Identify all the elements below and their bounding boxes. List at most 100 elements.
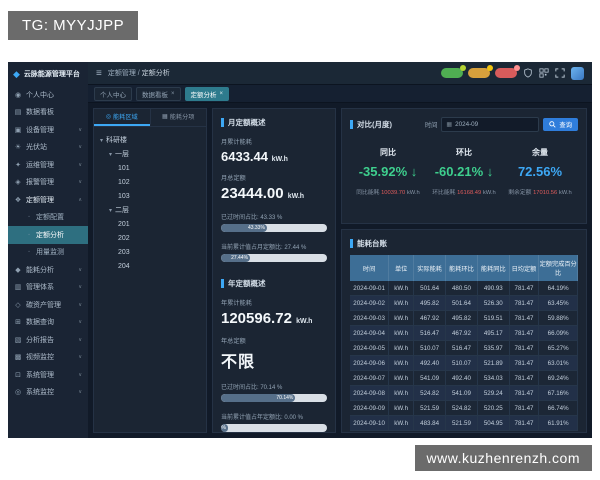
sidebar-item-管理体系[interactable]: ▥ 管理体系 ∨ bbox=[8, 279, 88, 297]
sidebar-item-运维管理[interactable]: ✦ 运维管理 ∨ bbox=[8, 156, 88, 174]
tree-node-201[interactable]: 201 bbox=[100, 217, 200, 231]
table-cell: 781.47 bbox=[509, 400, 540, 416]
year-progress-bar-0: 70.14% bbox=[221, 394, 327, 402]
tree-node-202[interactable]: 202 bbox=[100, 231, 200, 245]
table-cell: 510.07 bbox=[445, 355, 478, 371]
qr-code-icon[interactable] bbox=[539, 68, 549, 78]
fullscreen-icon[interactable] bbox=[555, 68, 565, 78]
year-cum-value: 120596.72 kW.h bbox=[221, 310, 313, 327]
chevron-down-icon: ∨ bbox=[78, 336, 82, 343]
sidebar-item-系统监控[interactable]: ◎ 系统监控 ∨ bbox=[8, 384, 88, 402]
sidebar-item-label: 数据看板 bbox=[26, 109, 54, 117]
sidebar-item-定额管理[interactable]: ❖ 定额管理 ∧ bbox=[8, 191, 88, 209]
tree-node-101[interactable]: 101 bbox=[100, 161, 200, 175]
user-avatar[interactable] bbox=[571, 66, 584, 80]
tree-node-103[interactable]: 103 bbox=[100, 189, 200, 203]
table-cell: 492.40 bbox=[445, 370, 478, 386]
sidebar-item-label: 报警管理 bbox=[26, 179, 54, 187]
alarm-icon: ◈ bbox=[15, 179, 21, 187]
table-row: 2024-09-09 kW.h 521.59 524.82 520.25 781.47 66… bbox=[350, 400, 578, 416]
tree-node-label: 二层 bbox=[115, 207, 130, 214]
close-tab-icon[interactable]: × bbox=[171, 91, 175, 97]
search-button[interactable]: 查询 bbox=[543, 118, 578, 131]
tree-node-102[interactable]: 102 bbox=[100, 175, 200, 189]
tree-node-204[interactable]: 204 bbox=[100, 259, 200, 273]
dashboard-icon: ▤ bbox=[14, 109, 22, 117]
shield-icon[interactable] bbox=[523, 68, 533, 78]
tab-label: 定额分析 bbox=[190, 91, 217, 99]
sidebar-item-能耗分析[interactable]: ◆ 能耗分析 ∨ bbox=[8, 261, 88, 279]
table-cell: 65.27% bbox=[538, 340, 578, 356]
table-cell: 2024-09-09 bbox=[350, 400, 390, 416]
table-row: 2024-09-10 kW.h 483.84 521.59 504.95 781.47 61… bbox=[350, 415, 578, 431]
tree-tab-能耗分项[interactable]: ▦ 能耗分项 bbox=[149, 109, 207, 126]
sidebar-item-系统管理[interactable]: ⊡ 系统管理 ∨ bbox=[8, 366, 88, 384]
sidebar-item-数据查询[interactable]: ⊞ 数据查询 ∨ bbox=[8, 314, 88, 332]
table-cell: 64.19% bbox=[538, 281, 578, 296]
sidebar-item-定额配置[interactable]: ◦ 定额配置 bbox=[8, 209, 88, 227]
caret-down-icon: ▾ bbox=[109, 151, 113, 158]
column-header-单位: 单位 bbox=[388, 255, 415, 281]
tab-数据看板[interactable]: 数据看板 × bbox=[136, 86, 181, 101]
table-cell: 2024-09-08 bbox=[350, 385, 390, 401]
stat-sub-value: 17010.56 bbox=[533, 190, 558, 196]
breadcrumb: 定额管理 / 定额分析 bbox=[107, 70, 170, 77]
alarm-status-pill[interactable] bbox=[495, 65, 520, 78]
month-cum-value: 6433.44 kW.h bbox=[221, 149, 288, 164]
tree-tab-能耗区域[interactable]: ◎ 能耗区域 bbox=[94, 109, 150, 126]
caret-down-icon: ▾ bbox=[109, 207, 113, 214]
column-header-定额完成百分比: 定额完成百分比 bbox=[538, 255, 578, 281]
sidebar-item-用量监测[interactable]: ◦ 用量监测 bbox=[8, 244, 88, 262]
alarm-status-pill-badge bbox=[514, 65, 520, 71]
month-date-picker[interactable]: ▦ 2024-09 bbox=[441, 117, 540, 132]
report-icon: ▧ bbox=[14, 336, 22, 344]
sidebar-item-光伏站[interactable]: ☀ 光伏站 ∨ bbox=[8, 139, 88, 157]
table-cell: 524.82 bbox=[413, 385, 447, 401]
sidebar-item-个人中心[interactable]: ◉ 个人中心 bbox=[8, 86, 88, 104]
table-cell: 495.82 bbox=[413, 295, 447, 311]
stat-sub-label: 同比能耗 bbox=[356, 190, 382, 196]
table-cell: 495.17 bbox=[477, 325, 510, 341]
month-progress-bar-1: 27.44% bbox=[221, 254, 327, 262]
month-progress-group: 已过时间占比: 43.33 % 43.33% 当前累计值占月定额比: 27.44 %… bbox=[221, 212, 327, 262]
table-cell: 66.09% bbox=[538, 325, 578, 341]
table-cell: 467.92 bbox=[413, 310, 447, 326]
table-cell: 2024-09-01 bbox=[350, 281, 390, 296]
tab-定额分析[interactable]: 定额分析 × bbox=[184, 86, 230, 101]
sidebar-item-label: 系统监控 bbox=[26, 389, 54, 397]
collapse-menu-icon[interactable]: ≡ bbox=[96, 68, 102, 79]
table-cell: 2024-09-04 bbox=[350, 325, 390, 341]
energy-icon: ◆ bbox=[15, 266, 21, 274]
table-cell: 490.93 bbox=[477, 281, 510, 296]
month-bar-label-1: 当前累计值占月定额比: 27.44 % bbox=[221, 245, 307, 251]
calendar-icon: ▦ bbox=[446, 122, 453, 128]
table-cell: 781.47 bbox=[509, 355, 540, 371]
sidebar-item-视频监控[interactable]: ▩ 视频监控 ∨ bbox=[8, 349, 88, 367]
tree-node-label: 101 bbox=[118, 164, 130, 172]
month-quota-title: 月定额概述 bbox=[221, 117, 327, 128]
tree-node-203[interactable]: 203 bbox=[100, 245, 200, 259]
sidebar-item-数据看板[interactable]: ▤ 数据看板 bbox=[8, 104, 88, 122]
sidebar-item-定额分析[interactable]: ◦ 定额分析 bbox=[8, 226, 88, 244]
sidebar-item-报警管理[interactable]: ◈ 报警管理 ∨ bbox=[8, 174, 88, 192]
close-tab-icon[interactable]: × bbox=[220, 91, 224, 97]
chevron-down-icon: ∨ bbox=[78, 284, 82, 291]
dot-icon: ◦ bbox=[28, 214, 30, 221]
chevron-down-icon: ∨ bbox=[78, 266, 82, 273]
tab-label: 数据看板 bbox=[142, 91, 168, 99]
org-icon: ▥ bbox=[14, 284, 22, 292]
sidebar-item-碳资产管理[interactable]: ◇ 碳资产管理 ∨ bbox=[8, 296, 88, 314]
warning-status-pill[interactable] bbox=[468, 65, 493, 78]
column-header-能耗环比: 能耗环比 bbox=[445, 255, 478, 281]
tree-node-一层[interactable]: ▾ 一层 bbox=[100, 147, 200, 161]
tree-node-二层[interactable]: ▾ 二层 bbox=[100, 203, 200, 217]
sidebar-item-分析报告[interactable]: ▧ 分析报告 ∨ bbox=[8, 331, 88, 349]
tree-node-科研楼[interactable]: ▾ 科研楼 bbox=[100, 133, 200, 147]
page-tab-bar: 个人中心 数据看板 × 定额分析 × bbox=[88, 85, 592, 103]
column-header-能耗同比: 能耗同比 bbox=[477, 255, 510, 281]
stat-sub: 同比能耗 10039.70 kW.h bbox=[356, 187, 420, 196]
sidebar-item-设备管理[interactable]: ▣ 设备管理 ∨ bbox=[8, 121, 88, 139]
normal-status-pill[interactable] bbox=[441, 65, 466, 78]
year-progress-bar-1: 0% bbox=[221, 424, 327, 432]
tab-个人中心[interactable]: 个人中心 bbox=[94, 86, 132, 101]
